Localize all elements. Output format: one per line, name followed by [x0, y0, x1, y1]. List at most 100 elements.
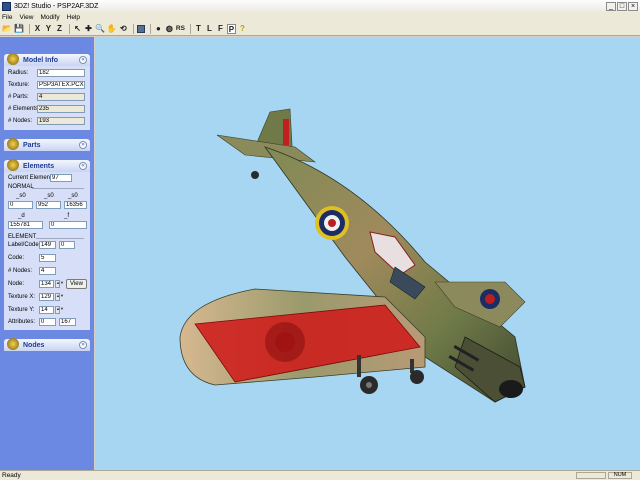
- attributes-label: Attributes:: [8, 319, 36, 325]
- move-icon[interactable]: ✚: [84, 24, 93, 34]
- element-divider: [36, 238, 84, 239]
- menu-help[interactable]: Help: [67, 14, 80, 21]
- code-field[interactable]: 5: [39, 254, 56, 262]
- nnodes-label: # Nodes:: [8, 268, 33, 274]
- window-title: 3DZ! Studio - PSP2AF.3DZ: [14, 2, 99, 10]
- elements-title: Elements: [23, 162, 55, 170]
- panel-logo-icon: [7, 338, 19, 350]
- current-element-field[interactable]: 97: [50, 174, 72, 182]
- elements-label: # Elements:: [8, 106, 40, 112]
- normal-z-field[interactable]: 16356: [64, 201, 87, 209]
- nodes-count: 193: [37, 117, 85, 125]
- maximize-button[interactable]: □: [617, 1, 627, 11]
- texture-field[interactable]: PSP3ATEX.PCX: [37, 81, 85, 89]
- tail-wheel: [251, 171, 259, 179]
- status-text: Ready: [2, 472, 21, 479]
- 3d-viewport[interactable]: [95, 37, 640, 470]
- menu-file[interactable]: File: [2, 14, 12, 21]
- top-view-button[interactable]: T: [194, 24, 203, 34]
- x-axis-button[interactable]: X: [33, 24, 42, 34]
- front-view-button[interactable]: F: [216, 24, 225, 34]
- texture-y-field[interactable]: 14: [39, 306, 54, 314]
- labelcode-field-2[interactable]: 0: [59, 241, 75, 249]
- normal-y-field[interactable]: 952: [36, 201, 61, 209]
- normal-label: NORMAL: [8, 184, 34, 190]
- normal-x-field[interactable]: 0: [8, 201, 33, 209]
- title-bar: 3DZ! Studio - PSP2AF.3DZ _ □ ×: [0, 0, 640, 12]
- normal-divider: [32, 188, 84, 189]
- node-label: Node:: [8, 281, 25, 287]
- node-spinner[interactable]: ▲▼: [55, 280, 64, 288]
- labelcode-field-1[interactable]: 149: [39, 241, 56, 249]
- d-field[interactable]: 155781: [8, 221, 43, 229]
- model-info-title: Model Info: [23, 56, 58, 64]
- toolbar-separator: [189, 23, 191, 34]
- nodes-title: Nodes: [23, 341, 45, 349]
- panel-logo-icon: [7, 138, 19, 150]
- target-icon[interactable]: ◍: [165, 24, 174, 34]
- code-label: Code:: [8, 255, 25, 261]
- light-icon[interactable]: ●: [154, 24, 163, 34]
- nodes-header[interactable]: Nodes »: [4, 338, 90, 351]
- attributes-field-2[interactable]: 167: [59, 318, 76, 326]
- texy-label: Texture Y:: [8, 307, 35, 313]
- left-view-button[interactable]: L: [205, 24, 214, 34]
- expand-icon[interactable]: »: [79, 341, 87, 349]
- d-label: _d: [18, 213, 25, 219]
- element-group-label: ELEMENT: [8, 234, 37, 240]
- nnodes-field[interactable]: 4: [39, 267, 56, 275]
- toolbar-separator: [149, 23, 151, 34]
- rotate-icon[interactable]: ⟲: [119, 24, 128, 34]
- elements-panel: Current Element: 97 NORMAL _s0 _s0 _s0 0…: [4, 172, 90, 330]
- parts-count: 4: [37, 93, 85, 101]
- elements-header[interactable]: Elements «: [4, 159, 90, 172]
- f-label: _f: [64, 213, 70, 219]
- save-icon[interactable]: 💾: [14, 24, 24, 34]
- minimize-button[interactable]: _: [606, 1, 616, 11]
- sy-label: _s0: [44, 193, 54, 199]
- parts-title: Parts: [23, 141, 41, 149]
- rs-button[interactable]: RS: [176, 24, 185, 34]
- labelcode-label: Label/Code:: [8, 242, 41, 248]
- texture-x-field[interactable]: 129: [39, 293, 54, 301]
- close-button[interactable]: ×: [628, 1, 638, 11]
- parts-header[interactable]: Parts »: [4, 138, 90, 151]
- collapse-icon[interactable]: «: [79, 162, 87, 170]
- menu-view[interactable]: View: [19, 14, 33, 21]
- expand-icon[interactable]: »: [79, 141, 87, 149]
- aircraft-model: [179, 108, 526, 403]
- select-box-icon[interactable]: [136, 24, 145, 33]
- landing-wheel: [410, 370, 424, 384]
- toolbar-separator: [132, 23, 134, 34]
- open-icon[interactable]: 📂: [2, 24, 12, 34]
- spinner: [499, 380, 523, 398]
- help-icon[interactable]: ?: [238, 24, 247, 34]
- menu-modify[interactable]: Modify: [40, 14, 59, 21]
- y-axis-button[interactable]: Y: [44, 24, 53, 34]
- perspective-view-button[interactable]: P: [226, 23, 236, 34]
- model-info-header[interactable]: Model Info «: [4, 53, 90, 66]
- sidebar: Model Info « Radius: 182 Texture: PSP3AT…: [0, 37, 94, 470]
- attributes-field-1[interactable]: 0: [39, 318, 56, 326]
- current-element-label: Current Element:: [8, 175, 54, 181]
- pan-icon[interactable]: ✋: [107, 24, 117, 34]
- model-info-panel: Radius: 182 Texture: PSP3ATEX.PCX # Part…: [4, 66, 90, 130]
- node-field[interactable]: 134: [39, 280, 54, 288]
- panel-logo-icon: [7, 53, 19, 65]
- zoom-icon[interactable]: 🔍: [95, 24, 105, 34]
- collapse-icon[interactable]: «: [79, 56, 87, 64]
- radius-label: Radius:: [8, 70, 29, 76]
- texture-y-spinner[interactable]: ▲▼: [55, 306, 64, 314]
- pointer-icon[interactable]: ↖: [73, 24, 82, 34]
- panel-logo-icon: [7, 159, 19, 171]
- z-axis-button[interactable]: Z: [55, 24, 64, 34]
- texx-label: Texture X:: [8, 294, 36, 300]
- sz-label: _s0: [68, 193, 78, 199]
- menu-bar: File View Modify Help: [0, 12, 640, 22]
- view-button[interactable]: View: [66, 279, 87, 289]
- texture-x-spinner[interactable]: ▲▼: [55, 293, 64, 301]
- radius-field[interactable]: 182: [37, 69, 85, 77]
- f-field[interactable]: 0: [49, 221, 87, 229]
- status-pane: [576, 472, 606, 479]
- toolbar-separator: [68, 23, 70, 34]
